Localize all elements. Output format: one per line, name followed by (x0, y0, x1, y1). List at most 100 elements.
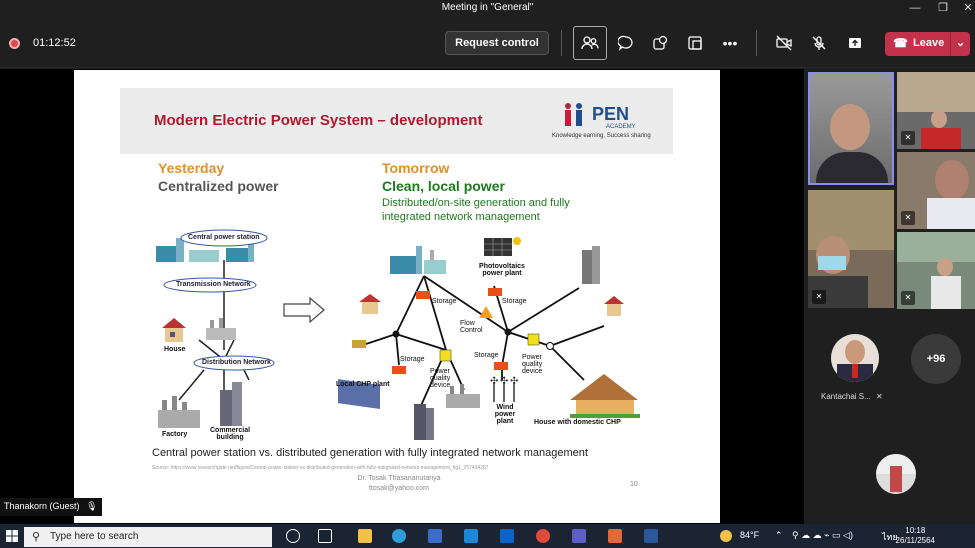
storage-label: Storage (432, 298, 457, 305)
video-tile[interactable] (808, 72, 894, 185)
factory-icon (158, 396, 200, 428)
pv-label: Photovoltaics power plant (479, 263, 525, 277)
outlook-icon[interactable] (500, 529, 514, 543)
request-control-button[interactable]: Request control (445, 31, 549, 55)
weather-icon[interactable] (720, 530, 732, 542)
slide-page-number: 10 (630, 481, 638, 488)
taskbar-search[interactable]: ⚲ Type here to search (24, 527, 272, 547)
chrome-icon[interactable] (536, 529, 550, 543)
central-station-label: Central power station (188, 234, 260, 241)
people-icon[interactable] (573, 26, 607, 60)
presentation-slide: Modern Electric Power System – developme… (74, 70, 720, 523)
camera-off-icon[interactable] (772, 31, 796, 55)
storage-box (494, 362, 508, 370)
video-tile[interactable]: ✕ (897, 232, 975, 309)
weather-temp[interactable]: 84°F (740, 530, 759, 540)
svg-text:✣: ✣ (490, 376, 498, 387)
video-tile[interactable]: ✕ (897, 72, 975, 149)
minimize-icon[interactable]: — (900, 0, 930, 18)
mic-off-icon: ✕ (901, 131, 915, 145)
edge-icon[interactable] (392, 529, 406, 543)
office-tower-icon (582, 246, 600, 284)
participant-name: Kantachai S... ✕ (821, 392, 883, 401)
taskbar-clock[interactable]: 10:18 26/11/2564 (896, 526, 935, 546)
commercial-label: Commercial building (210, 427, 251, 441)
meeting-timer: 01:12:52 (33, 37, 76, 49)
wind-turbine-icon: ✣ ✣ ✣ (490, 376, 518, 402)
search-icon: ⚲ (32, 531, 41, 543)
chevron-down-icon[interactable]: ⌄ (950, 32, 970, 56)
store-icon[interactable] (428, 529, 442, 543)
slide-email: ttosak@yahoo.com (368, 485, 430, 492)
flow-control-label: Flow Control (460, 320, 483, 334)
power-quality-label: Power quality device (522, 354, 543, 375)
house-chp-icon (570, 374, 640, 418)
chat-icon[interactable] (614, 31, 638, 55)
powerpoint-icon[interactable] (608, 529, 622, 543)
factory-label: Factory (162, 431, 188, 438)
more-participants-button[interactable]: +96 (911, 334, 961, 384)
teams-icon[interactable] (572, 529, 586, 543)
house-chp-label: House with domestic CHP (534, 419, 621, 426)
share-tray-icon[interactable] (683, 31, 707, 55)
window-title: Meeting in "General" (441, 2, 534, 13)
tray-app-icons[interactable]: ⚲ ☁ ☁ ⌁ ▭ ◁) (792, 530, 853, 541)
power-quality-label: Power quality device (430, 368, 451, 389)
central-plant-icon (390, 246, 446, 274)
slide-caption: Central power station vs. distributed ge… (152, 447, 588, 459)
tray-overflow-icon[interactable]: ⌃ (775, 530, 783, 541)
svg-text:✣: ✣ (500, 376, 508, 387)
more-icon[interactable]: ••• (718, 31, 742, 55)
wind-label: Wind power plant (494, 404, 516, 425)
participant-avatar[interactable] (831, 334, 879, 382)
self-view-avatar[interactable] (876, 454, 916, 494)
mic-off-icon: 🎙 (86, 501, 98, 511)
close-icon[interactable]: ✕ (953, 0, 975, 18)
distribution-network-label: Distribution Network (202, 359, 271, 366)
windows-taskbar: ⚲ Type here to search 84°F ⌃ ⚲ ☁ ☁ ⌁ ▭ ◁… (0, 524, 975, 548)
storage-label: Storage (474, 352, 499, 359)
window-titlebar: Meeting in "General" — ❐ ✕ (0, 0, 975, 18)
industry-icon (206, 318, 236, 340)
mic-off-icon: ✕ (876, 392, 883, 401)
share-icon[interactable] (843, 31, 867, 55)
mic-off-icon[interactable] (807, 31, 831, 55)
mic-off-icon: ✕ (901, 211, 915, 225)
leave-button[interactable]: ☎ Leave ⌄ (885, 32, 970, 56)
development-arrow-icon (283, 296, 325, 324)
file-explorer-icon[interactable] (358, 529, 372, 543)
word-icon[interactable] (644, 529, 658, 543)
video-tile[interactable]: ✕ (808, 190, 894, 308)
chp-label: Local CHP plant (336, 381, 390, 388)
tall-building-icon (414, 404, 434, 440)
storage-box (392, 366, 406, 374)
toolbar-divider (756, 30, 757, 56)
task-view-icon[interactable] (318, 529, 332, 543)
flow-control-icon (479, 306, 493, 318)
presenter-name-badge: Thanakorn (Guest) 🎙 (0, 498, 102, 516)
storage-label: Storage (502, 298, 527, 305)
house-icon (162, 318, 186, 342)
video-tile[interactable]: ✕ (897, 152, 975, 229)
mic-off-icon: ✕ (812, 290, 826, 304)
chp-plant-icon (338, 340, 380, 410)
pv-panel-icon (484, 237, 521, 256)
toolbar-divider (561, 30, 562, 56)
small-house-icon (359, 294, 381, 314)
mail-icon[interactable] (464, 529, 478, 543)
phone-hangup-icon: ☎ (893, 36, 908, 50)
centralized-diagram (156, 229, 325, 428)
storage-label: Storage (400, 356, 425, 363)
power-quality-box (527, 333, 540, 346)
small-house-icon-right (604, 296, 624, 316)
reactions-icon[interactable] (648, 31, 672, 55)
cortana-icon[interactable] (286, 529, 300, 543)
transmission-network-label: Transmission Network (176, 281, 251, 288)
house-label: House (164, 346, 186, 353)
windows-start-icon[interactable] (6, 530, 18, 542)
meeting-toolbar: 01:12:52 Request control ••• ☎ Leave ⌄ (0, 18, 975, 68)
power-quality-box (439, 349, 452, 362)
slide-source: Source: https://www.researchgate.net/fig… (152, 465, 489, 471)
storage-box (416, 291, 430, 299)
svg-text:✣: ✣ (510, 376, 518, 387)
